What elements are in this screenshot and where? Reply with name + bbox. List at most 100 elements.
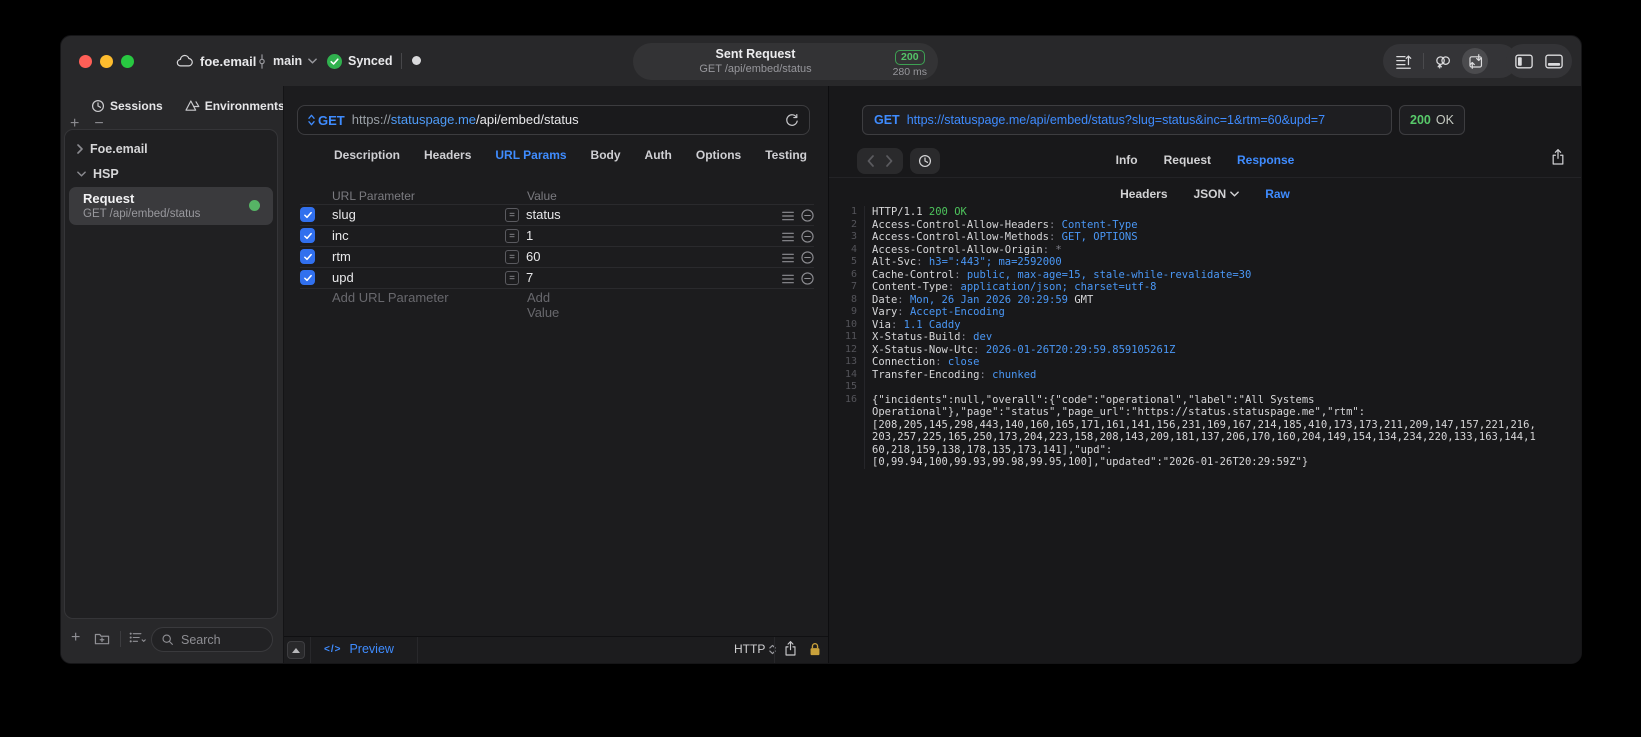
param-enabled-checkbox[interactable] <box>300 270 315 285</box>
refresh-icon[interactable] <box>785 113 799 127</box>
share-icon[interactable] <box>1551 148 1565 166</box>
param-value[interactable]: 1 <box>526 228 533 243</box>
bottom-bar-separator <box>120 631 121 647</box>
format-tab-label: Raw <box>1265 187 1290 201</box>
equals-icon: = <box>505 250 519 264</box>
tab-sessions[interactable]: Sessions <box>91 99 163 113</box>
tab-options[interactable]: Options <box>696 148 741 162</box>
protocol-select[interactable]: HTTP <box>734 642 777 656</box>
project-button[interactable]: foe.email <box>176 50 256 72</box>
close-window-button[interactable] <box>79 55 92 68</box>
remove-row-icon[interactable] <box>801 230 814 243</box>
remove-row-icon[interactable] <box>801 251 814 264</box>
response-tabs: Info Request Response <box>829 153 1581 167</box>
format-tab-raw[interactable]: Raw <box>1265 187 1290 201</box>
tab-request[interactable]: Request <box>1164 153 1211 167</box>
response-line: 13 Connection: close <box>829 356 1575 369</box>
branch-button[interactable]: main <box>257 50 318 72</box>
send-receive-icon[interactable] <box>1462 48 1488 74</box>
response-time: 280 ms <box>892 66 927 78</box>
remove-row-icon[interactable] <box>801 272 814 285</box>
response-line: 12 X-Status-Now-Utc: 2026-01-26T20:29:59.… <box>829 343 1575 356</box>
line-number: 16 <box>829 393 865 406</box>
toolbar-group-right <box>1506 44 1572 78</box>
tab-info[interactable]: Info <box>1116 153 1138 167</box>
response-line: 11 X-Status-Build: dev <box>829 331 1575 344</box>
new-group-icon[interactable] <box>94 631 110 645</box>
param-name[interactable]: slug <box>332 207 356 222</box>
add-param-name[interactable]: Add URL Parameter <box>332 290 449 305</box>
collapse-icon[interactable] <box>287 641 305 659</box>
param-row-rtm: rtm = 60 <box>300 247 814 268</box>
tab-url-params[interactable]: URL Params <box>495 148 566 162</box>
response-body[interactable]: 1 HTTP/1.1 200 OK 2 Access-Control-Allow-He… <box>829 206 1575 469</box>
param-enabled-checkbox[interactable] <box>300 249 315 264</box>
response-line: Operational"},"page":"status","page_url"… <box>829 406 1575 419</box>
project-name: foe.email <box>200 53 257 69</box>
request-list-item-selected[interactable]: Request GET /api/embed/status <box>69 187 273 225</box>
lock-icon[interactable] <box>809 641 821 657</box>
tab-auth[interactable]: Auth <box>645 148 672 162</box>
reorder-list-icon[interactable] <box>1391 48 1417 74</box>
layout-bottom-icon[interactable] <box>1541 48 1567 74</box>
param-enabled-checkbox[interactable] <box>300 228 315 243</box>
response-status-box: 200 OK <box>1399 105 1465 135</box>
share-icon[interactable] <box>784 640 797 657</box>
line-content: Content-Type: application/json; charset=… <box>872 281 1157 293</box>
response-line: 7 Content-Type: application/json; charset… <box>829 281 1575 294</box>
tree-item-foe-email[interactable]: Foe.email <box>77 142 148 156</box>
row-menu-icon[interactable] <box>782 232 794 242</box>
search-input[interactable] <box>179 631 263 648</box>
param-value[interactable]: 60 <box>526 249 540 264</box>
response-line: 1 HTTP/1.1 200 OK <box>829 206 1575 219</box>
format-tab-headers[interactable]: Headers <box>1120 187 1167 201</box>
tree-item-hsp[interactable]: HSP <box>77 167 119 181</box>
line-content: Access-Control-Allow-Methods: GET, OPTIO… <box>872 231 1138 243</box>
line-content: Date: Mon, 26 Jan 2026 20:29:59 GMT <box>872 293 1094 306</box>
search-icon <box>161 633 174 646</box>
chain-sync-icon[interactable] <box>1430 48 1456 74</box>
method-select[interactable]: GET <box>308 113 345 128</box>
desktop-background: foe.email main Synced Sent Request GET /… <box>0 0 1641 737</box>
add-param-value[interactable]: Add Value <box>527 290 559 320</box>
tab-response[interactable]: Response <box>1237 153 1294 167</box>
preview-button[interactable]: </> Preview <box>324 642 394 656</box>
tab-headers[interactable]: Headers <box>424 148 471 162</box>
zoom-window-button[interactable] <box>121 55 134 68</box>
request-url-bar[interactable]: GET https://statuspage.me/api/embed/stat… <box>297 105 810 135</box>
minimize-window-button[interactable] <box>100 55 113 68</box>
param-name[interactable]: upd <box>332 270 354 285</box>
tab-testing[interactable]: Testing <box>765 148 807 162</box>
check-circle-icon <box>327 53 342 69</box>
pill-subtitle: GET /api/embed/status <box>699 63 812 75</box>
sidebar: Sessions Environments + − Foe.email HSP … <box>61 86 285 663</box>
param-enabled-checkbox[interactable] <box>300 207 315 222</box>
add-request-button[interactable]: + <box>71 630 80 646</box>
layout-left-icon[interactable] <box>1511 48 1537 74</box>
tab-description[interactable]: Description <box>334 148 400 162</box>
sync-status[interactable]: Synced <box>327 50 392 72</box>
request-status-pill[interactable]: Sent Request GET /api/embed/status 200 2… <box>633 43 938 80</box>
remove-row-icon[interactable] <box>801 209 814 222</box>
line-content: Operational"},"page":"status","page_url"… <box>872 406 1366 418</box>
row-menu-icon[interactable] <box>782 253 794 263</box>
line-number <box>829 443 865 456</box>
request-url[interactable]: https://statuspage.me/api/embed/status <box>352 111 579 129</box>
format-tab-json[interactable]: JSON <box>1194 187 1240 201</box>
response-status-text: OK <box>1435 113 1454 127</box>
json-chevron-icon <box>1230 191 1240 197</box>
sent-request-url[interactable]: GET https://statuspage.me/api/embed/stat… <box>862 105 1392 135</box>
sort-list-icon[interactable] <box>129 631 146 644</box>
line-content: Access-Control-Allow-Origin: * <box>872 243 1062 256</box>
row-menu-icon[interactable] <box>782 211 794 221</box>
tab-body[interactable]: Body <box>591 148 621 162</box>
param-name[interactable]: rtm <box>332 249 351 264</box>
param-value[interactable]: status <box>526 207 561 222</box>
tab-environments[interactable]: Environments <box>185 99 285 113</box>
param-name[interactable]: inc <box>332 228 349 243</box>
row-menu-icon[interactable] <box>782 274 794 284</box>
param-value[interactable]: 7 <box>526 270 533 285</box>
format-tab-label: JSON <box>1193 187 1227 201</box>
line-number <box>829 456 865 469</box>
line-content: Alt-Svc: h3=":443"; ma=2592000 <box>872 256 1062 268</box>
